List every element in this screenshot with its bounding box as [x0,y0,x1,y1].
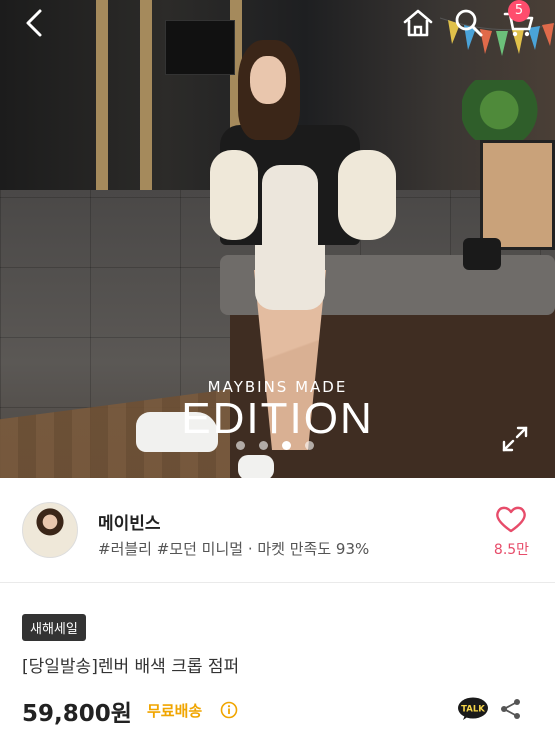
cart-count-badge: 5 [508,0,530,22]
slide-dot[interactable] [305,441,314,450]
sale-badge: 새해세일 [22,614,86,641]
talk-icon[interactable]: TALK [457,697,489,721]
slide-indicator [236,441,314,450]
info-icon[interactable] [220,701,238,719]
model-sleeve-right [338,150,396,240]
seller-name[interactable]: 메이빈스 [98,509,161,534]
slide-dot[interactable] [259,441,268,450]
handbag [463,238,501,270]
model-shoe-right [238,455,274,478]
product-title: [당일발송]렌버 배색 크롭 점퍼 [22,657,240,677]
product-image[interactable]: MAYBINS MADE EDITION [0,0,555,478]
share-icon[interactable] [500,698,522,720]
model-dress-front [262,165,318,285]
free-shipping-label: 무료배송 [147,702,203,720]
watermark-title: EDITION [181,394,374,443]
seller-avatar[interactable] [22,502,78,558]
model-face [250,56,286,104]
model-sleeve-left [210,150,258,240]
like-count: 8.5만 [493,542,530,558]
seller-row[interactable]: 메이빈스 #러블리 #모던 미니멀 · 마켓 만족도 93% 8.5만 [0,478,555,583]
back-icon[interactable] [18,6,52,40]
background-plant [462,80,555,140]
search-icon[interactable] [452,6,486,40]
background-shelf [480,140,555,250]
slide-dot[interactable] [236,441,245,450]
background-pillar [96,0,108,190]
heart-icon[interactable] [494,504,528,534]
talk-label: TALK [461,705,485,715]
slide-dot-active[interactable] [282,441,291,450]
product-price: 59,800원 [22,701,132,727]
seller-tags: #러블리 #모던 미니멀 · 마켓 만족도 93% [98,540,370,558]
home-icon[interactable] [401,6,435,40]
expand-icon[interactable] [500,424,530,454]
